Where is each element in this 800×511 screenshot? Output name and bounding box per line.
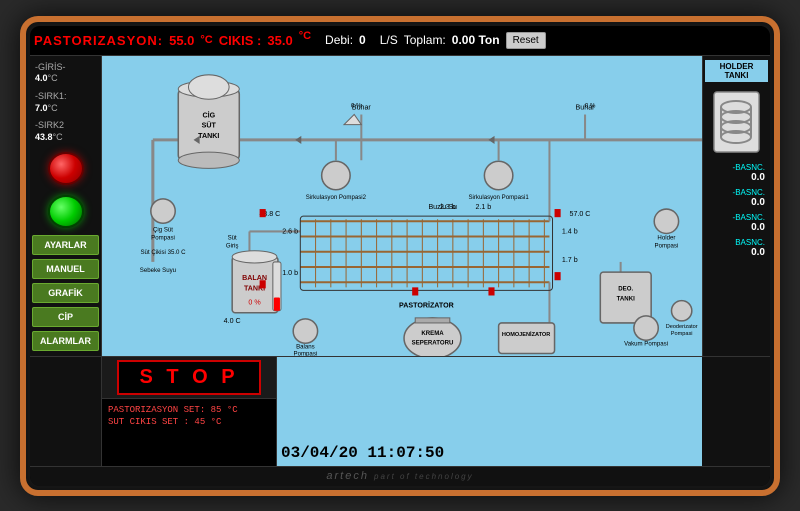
basnc-4: BASNC. 0.0 bbox=[705, 237, 768, 259]
bottom-right-pad bbox=[702, 357, 770, 466]
giris-sensor: -GİRİS- 4.0°C bbox=[32, 60, 99, 87]
svg-text:0 %: 0 % bbox=[248, 298, 261, 306]
grafik-button[interactable]: GRAFİK bbox=[32, 283, 99, 303]
pastorizasyon-title: PASTORIZASYON: bbox=[34, 33, 163, 48]
set-info: PASTORIZASYON SET: 85 °C SUT CIKIS SET :… bbox=[102, 399, 276, 466]
bottom-center: 03/04/20 11:07:50 bbox=[277, 357, 702, 466]
stop-btn-area: S T O P bbox=[102, 357, 276, 399]
svg-text:KREMA: KREMA bbox=[421, 330, 444, 337]
svg-text:SEPERATORU: SEPERATORU bbox=[412, 339, 454, 346]
svg-text:HOMOJENİZATOR: HOMOJENİZATOR bbox=[502, 331, 550, 338]
svg-text:Sirkulasyon Pompasi2: Sirkulasyon Pompasi2 bbox=[306, 193, 367, 200]
svg-text:0 %: 0 % bbox=[351, 102, 362, 109]
red-indicator bbox=[48, 152, 84, 185]
svg-text:PASTORİZATOR: PASTORİZATOR bbox=[399, 301, 454, 309]
basnc-1: -BASNC. 0.0 bbox=[705, 162, 768, 184]
svg-text:Süt Çikisi 35.0 C: Süt Çikisi 35.0 C bbox=[140, 248, 186, 255]
main-content: -GİRİS- 4.0°C -SIRK1: 7.0°C -SIRK2 43.8°… bbox=[30, 56, 770, 356]
debi-label: Debi: bbox=[325, 33, 353, 47]
sirk2-sensor: -SIRK2 43.8°C bbox=[32, 118, 99, 145]
toplam-label: Toplam: bbox=[404, 33, 446, 47]
process-area: CİG SÜT TANKI BALAN TANKI 0 % Çig Süt Po bbox=[102, 56, 702, 356]
svg-text:SÜT: SÜT bbox=[202, 120, 217, 129]
temp-out-unit: °C bbox=[299, 30, 311, 42]
svg-text:2.6 b: 2.6 b bbox=[282, 227, 298, 235]
holder-tanki-label: HOLDER TANKI bbox=[705, 60, 768, 82]
svg-text:Sirkulasyon Pompasi1: Sirkulasyon Pompasi1 bbox=[468, 193, 529, 200]
stop-button[interactable]: S T O P bbox=[117, 360, 260, 395]
svg-text:Deoderizator: Deoderizator bbox=[666, 324, 698, 330]
screen: PASTORIZASYON: 55.0 °C CIKIS : 35.0 °C D… bbox=[30, 26, 770, 486]
svg-text:1.0 b: 1.0 b bbox=[282, 269, 298, 277]
header-bar: PASTORIZASYON: 55.0 °C CIKIS : 35.0 °C D… bbox=[30, 26, 770, 56]
svg-text:Çig Süt: Çig Süt bbox=[153, 226, 173, 233]
svg-text:Sebeke Suyu: Sebeke Suyu bbox=[140, 267, 176, 274]
svg-text:Balans: Balans bbox=[296, 343, 315, 350]
svg-text:1.4 b: 1.4 b bbox=[562, 227, 578, 235]
svg-text:Giriş: Giriş bbox=[226, 242, 239, 249]
svg-text:DEO.: DEO. bbox=[618, 285, 633, 292]
sut-cikis-line: SUT CIKIS SET : 45 °C bbox=[108, 417, 270, 427]
svg-text:Pompasi: Pompasi bbox=[151, 234, 175, 241]
sirk1-sensor: -SIRK1: 7.0°C bbox=[32, 89, 99, 116]
svg-text:Pompasi: Pompasi bbox=[671, 331, 693, 337]
svg-text:CİG: CİG bbox=[202, 111, 215, 119]
svg-text:4.0 C: 4.0 C bbox=[224, 316, 241, 324]
svg-text:2.3 b: 2.3 b bbox=[440, 203, 456, 211]
svg-text:Holder: Holder bbox=[657, 234, 675, 241]
cip-button[interactable]: CİP bbox=[32, 307, 99, 327]
temp-out: 35.0 bbox=[267, 33, 292, 48]
svg-text:1.7 b: 1.7 b bbox=[562, 255, 578, 263]
svg-text:57.0 C: 57.0 C bbox=[569, 210, 590, 218]
alarmlar-button[interactable]: ALARMLAR bbox=[32, 331, 99, 351]
svg-text:TANKI: TANKI bbox=[198, 131, 219, 139]
svg-text:Süt: Süt bbox=[228, 234, 237, 241]
temp-in-unit: °C bbox=[200, 34, 212, 46]
svg-text:TANKI: TANKI bbox=[617, 295, 635, 302]
stop-panel: S T O P PASTORIZASYON SET: 85 °C SUT CIK… bbox=[102, 357, 277, 466]
bottom-area: S T O P PASTORIZASYON SET: 85 °C SUT CIK… bbox=[30, 356, 770, 466]
timestamp: 03/04/20 11:07:50 bbox=[281, 444, 444, 462]
manuel-button[interactable]: MANUEL bbox=[32, 259, 99, 279]
brand-name: artech part of technology bbox=[326, 470, 473, 482]
svg-text:Pompasi: Pompasi bbox=[294, 350, 318, 356]
green-indicator bbox=[48, 195, 84, 228]
svg-text:0 %: 0 % bbox=[585, 102, 596, 109]
ls-label: L/S bbox=[380, 33, 398, 47]
brand-bar: artech part of technology bbox=[30, 466, 770, 486]
toplam-value: 0.00 Ton bbox=[452, 33, 500, 47]
ayarlar-button[interactable]: AYARLAR bbox=[32, 235, 99, 255]
debi-value: 0 bbox=[359, 33, 366, 47]
reset-button[interactable]: Reset bbox=[506, 32, 546, 49]
svg-text:2.1 b: 2.1 b bbox=[475, 203, 491, 211]
bottom-left-pad bbox=[30, 357, 102, 466]
process-svg: CİG SÜT TANKI BALAN TANKI 0 % Çig Süt Po bbox=[102, 56, 702, 356]
cikis-label: CIKIS : bbox=[219, 33, 262, 48]
svg-text:Vakum Pompasi: Vakum Pompasi bbox=[624, 340, 668, 347]
past-set-line: PASTORIZASYON SET: 85 °C bbox=[108, 405, 270, 415]
temp-in: 55.0 bbox=[169, 33, 194, 48]
basnc-3: -BASNC. 0.0 bbox=[705, 212, 768, 234]
svg-text:Pompasi: Pompasi bbox=[655, 242, 679, 249]
basnc-2: -BASNC. 0.0 bbox=[705, 187, 768, 209]
device-frame: PASTORIZASYON: 55.0 °C CIKIS : 35.0 °C D… bbox=[20, 16, 780, 496]
left-sidebar: -GİRİS- 4.0°C -SIRK1: 7.0°C -SIRK2 43.8°… bbox=[30, 56, 102, 356]
right-sidebar: HOLDER TANKI -BASNC. bbox=[702, 56, 770, 356]
